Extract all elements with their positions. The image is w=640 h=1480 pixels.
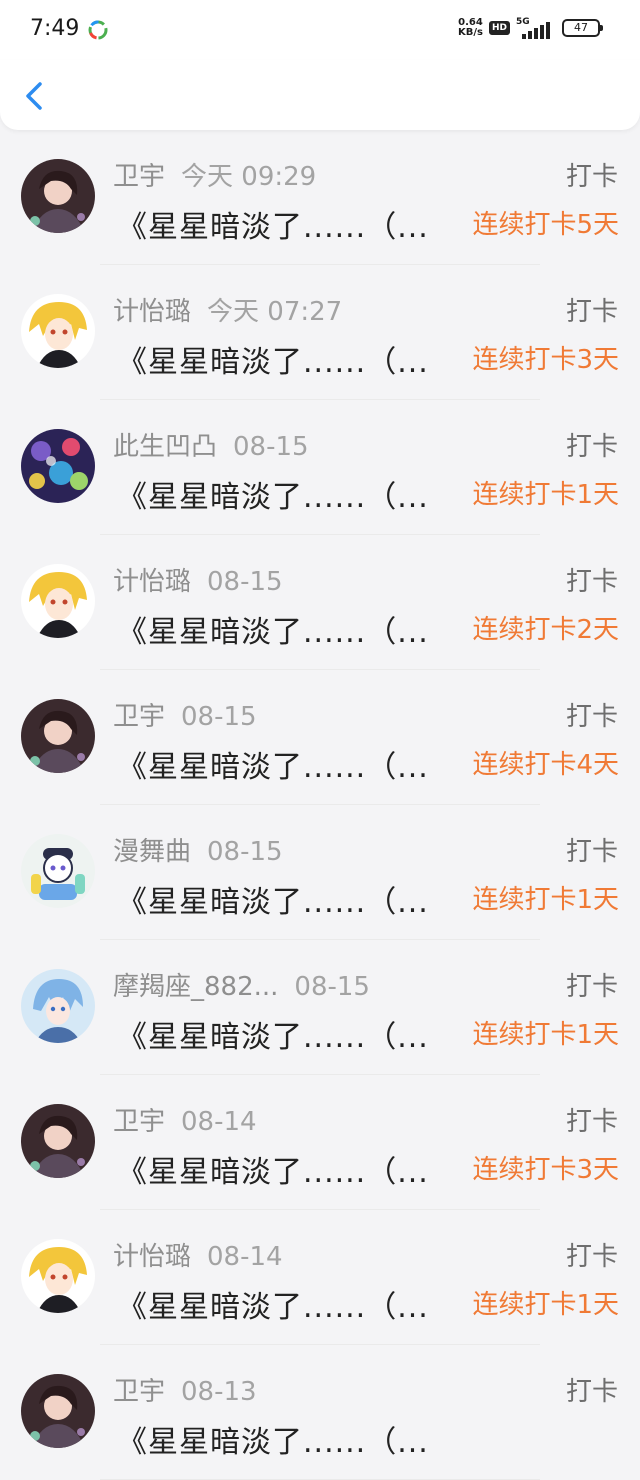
streak-badge: 连续打卡1天 — [472, 1020, 619, 1050]
user-name[interactable]: 计怡璐 — [113, 567, 191, 597]
streak-badge: 连续打卡1天 — [472, 885, 619, 915]
checkin-title[interactable]: 《星星暗淡了......（... — [117, 607, 429, 651]
post-date: 今天 09:29 — [181, 162, 317, 192]
chevron-left-icon — [26, 82, 42, 110]
battery-icon: 47 — [562, 19, 603, 37]
list-item[interactable]: 摩羯座_882... 08-15 《星星暗淡了......（... 打卡 连续打卡… — [0, 940, 640, 1075]
user-name[interactable]: 卫宇 — [113, 702, 165, 732]
checkin-title[interactable]: 《星星暗淡了......（... — [117, 1282, 429, 1326]
checkin-list: 卫宇 今天 09:29 《星星暗淡了......（... 打卡 连续打卡5天 计怡… — [0, 130, 640, 1480]
user-name[interactable]: 卫宇 — [113, 1107, 165, 1137]
post-date: 08-15 — [207, 837, 283, 867]
streak-badge: 连续打卡1天 — [472, 480, 619, 510]
hd-badge: HD — [488, 21, 510, 35]
user-name[interactable]: 计怡璐 — [113, 1242, 191, 1272]
user-meta: 卫宇 08-15 — [113, 696, 257, 733]
user-name[interactable]: 此生凹凸 — [113, 432, 217, 462]
checkin-type-label: 打卡 — [565, 1242, 618, 1272]
streak-badge: 连续打卡5天 — [472, 210, 619, 240]
user-name[interactable]: 摩羯座_882... — [113, 972, 278, 1002]
list-item[interactable]: 此生凹凸 08-15 《星星暗淡了......（... 打卡 连续打卡1天 — [0, 400, 640, 535]
signal-icon: 5G — [516, 17, 556, 39]
checkin-title[interactable]: 《星星暗淡了......（... — [117, 1147, 429, 1191]
list-item[interactable]: 计怡璐 08-14 《星星暗淡了......（... 打卡 连续打卡1天 — [0, 1210, 640, 1345]
status-time: 7:49 — [30, 16, 80, 41]
post-date: 08-15 — [207, 567, 283, 597]
post-date: 08-15 — [294, 972, 370, 1002]
checkin-type-label: 打卡 — [565, 837, 618, 867]
post-date: 08-15 — [181, 702, 257, 732]
status-indicators: 0.64 KB/s HD 5G 47 — [458, 17, 603, 39]
checkin-type-label: 打卡 — [565, 1377, 618, 1407]
streak-badge: 连续打卡2天 — [472, 615, 619, 645]
checkin-type-label: 打卡 — [565, 1107, 618, 1137]
post-date: 08-13 — [181, 1377, 257, 1407]
user-name[interactable]: 卫宇 — [113, 1377, 165, 1407]
user-meta: 卫宇 08-13 — [113, 1371, 257, 1408]
checkin-title[interactable]: 《星星暗淡了......（... — [117, 472, 429, 516]
avatar[interactable] — [21, 159, 95, 233]
avatar[interactable] — [21, 564, 95, 638]
checkin-type-label: 打卡 — [565, 702, 618, 732]
avatar[interactable] — [21, 294, 95, 368]
user-meta: 摩羯座_882... 08-15 — [113, 966, 370, 1003]
streak-badge: 连续打卡3天 — [472, 345, 619, 375]
list-item[interactable]: 卫宇 08-15 《星星暗淡了......（... 打卡 连续打卡4天 — [0, 670, 640, 805]
network-speed-unit: KB/s — [458, 27, 483, 38]
user-meta: 计怡璐 今天 07:27 — [113, 291, 342, 328]
user-meta: 卫宇 今天 09:29 — [113, 156, 316, 193]
checkin-type-label: 打卡 — [565, 432, 618, 462]
user-meta: 漫舞曲 08-15 — [113, 831, 283, 868]
avatar[interactable] — [21, 1104, 95, 1178]
checkin-type-label: 打卡 — [565, 162, 618, 192]
post-date: 今天 07:27 — [207, 297, 343, 327]
checkin-title[interactable]: 《星星暗淡了......（... — [117, 1417, 429, 1461]
user-name[interactable]: 计怡璐 — [113, 297, 191, 327]
list-item[interactable]: 卫宇 今天 09:29 《星星暗淡了......（... 打卡 连续打卡5天 — [0, 130, 640, 265]
checkin-title[interactable]: 《星星暗淡了......（... — [117, 877, 429, 921]
avatar[interactable] — [21, 429, 95, 503]
user-name[interactable]: 卫宇 — [113, 162, 165, 192]
back-button[interactable] — [18, 76, 54, 116]
post-date: 08-15 — [233, 432, 309, 462]
streak-badge: 连续打卡1天 — [472, 1290, 619, 1320]
post-date: 08-14 — [207, 1242, 283, 1272]
avatar[interactable] — [21, 969, 95, 1043]
network-speed: 0.64 KB/s — [458, 18, 483, 38]
avatar[interactable] — [21, 834, 95, 908]
user-meta: 计怡璐 08-14 — [113, 1236, 283, 1273]
streak-badge: 连续打卡3天 — [472, 1155, 619, 1185]
status-bar: 7:49 0.64 KB/s HD 5G 47 — [0, 0, 640, 60]
nav-bar — [0, 60, 640, 130]
user-meta: 此生凹凸 08-15 — [113, 426, 309, 463]
user-meta: 卫宇 08-14 — [113, 1101, 257, 1138]
checkin-title[interactable]: 《星星暗淡了......（... — [117, 337, 429, 381]
checkin-type-label: 打卡 — [565, 972, 618, 1002]
streak-badge: 连续打卡4天 — [472, 750, 619, 780]
app-notification-icon — [88, 20, 108, 40]
checkin-type-label: 打卡 — [565, 297, 618, 327]
user-meta: 计怡璐 08-15 — [113, 561, 283, 598]
user-name[interactable]: 漫舞曲 — [113, 837, 191, 867]
list-item[interactable]: 卫宇 08-14 《星星暗淡了......（... 打卡 连续打卡3天 — [0, 1075, 640, 1210]
avatar[interactable] — [21, 1374, 95, 1448]
checkin-title[interactable]: 《星星暗淡了......（... — [117, 742, 429, 786]
post-date: 08-14 — [181, 1107, 257, 1137]
checkin-title[interactable]: 《星星暗淡了......（... — [117, 202, 429, 246]
avatar[interactable] — [21, 699, 95, 773]
list-item[interactable]: 计怡璐 08-15 《星星暗淡了......（... 打卡 连续打卡2天 — [0, 535, 640, 670]
list-item[interactable]: 计怡璐 今天 07:27 《星星暗淡了......（... 打卡 连续打卡3天 — [0, 265, 640, 400]
avatar[interactable] — [21, 1239, 95, 1313]
list-item[interactable]: 漫舞曲 08-15 《星星暗淡了......（... 打卡 连续打卡1天 — [0, 805, 640, 940]
checkin-type-label: 打卡 — [565, 567, 618, 597]
list-item[interactable]: 卫宇 08-13 《星星暗淡了......（... 打卡 — [0, 1345, 640, 1480]
checkin-title[interactable]: 《星星暗淡了......（... — [117, 1012, 429, 1056]
